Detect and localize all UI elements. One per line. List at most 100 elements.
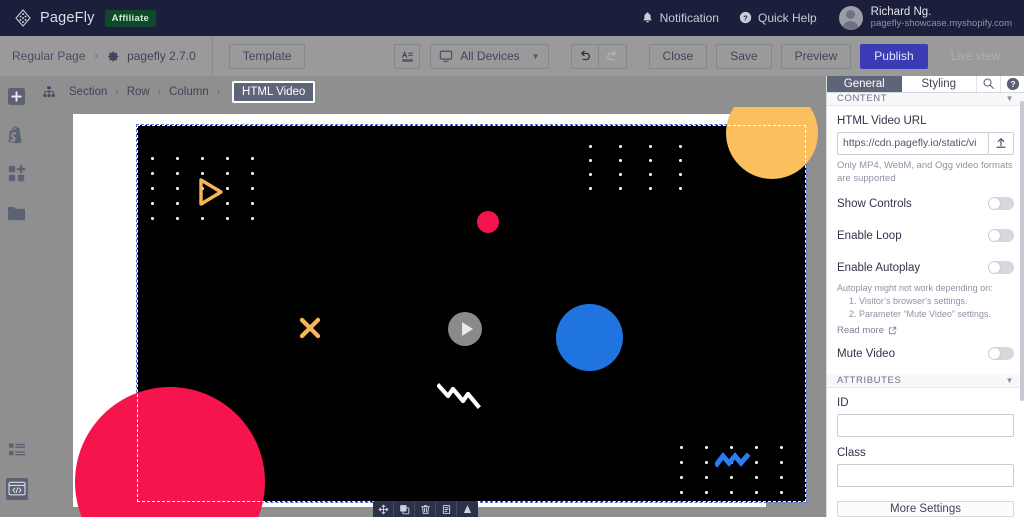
close-button[interactable]: Close xyxy=(648,43,708,69)
orange-quarter-circle xyxy=(726,107,818,179)
breadcrumb-separator: › xyxy=(216,86,221,97)
layers-list-icon[interactable] xyxy=(6,439,28,461)
theme-selector[interactable]: pagefly 2.7.0 xyxy=(107,49,196,63)
library-folder-icon[interactable] xyxy=(6,202,28,224)
show-controls-row[interactable]: Show Controls xyxy=(837,190,1014,218)
breadcrumb-item-row[interactable]: Row xyxy=(127,86,150,98)
breadcrumb-separator: › xyxy=(115,86,119,97)
preview-button[interactable]: Preview xyxy=(780,43,852,69)
affiliate-badge[interactable]: Affiliate xyxy=(104,9,157,27)
id-input[interactable] xyxy=(837,413,1014,437)
pink-large-circle xyxy=(75,387,265,517)
delete-icon[interactable] xyxy=(415,501,436,517)
typography-button[interactable] xyxy=(394,43,421,69)
template-button[interactable]: Template xyxy=(228,43,306,69)
html-video-element[interactable] xyxy=(75,107,818,517)
breadcrumb-item-html-video[interactable]: HTML Video xyxy=(232,80,316,103)
section-header-content[interactable]: CONTENT ▼ xyxy=(827,92,1024,106)
breadcrumb-item-section[interactable]: Section xyxy=(69,86,107,98)
chevron-down-icon: ▼ xyxy=(1005,376,1014,386)
editor-canvas[interactable] xyxy=(33,107,826,517)
autoplay-note-item: Visitor’s browser‘s settings. xyxy=(859,295,1014,308)
theme-label: pagefly 2.7.0 xyxy=(127,49,196,63)
pagefly-logo-icon xyxy=(14,9,32,27)
dot-grid-top-center xyxy=(589,145,709,201)
video-url-input[interactable] xyxy=(837,131,989,155)
autoplay-note: Autoplay might not work depending on: Vi… xyxy=(837,282,1014,321)
tab-styling[interactable]: Styling xyxy=(901,76,976,92)
video-url-hint: Only MP4, WebM, and Ogg video formats ar… xyxy=(837,159,1013,184)
class-input[interactable] xyxy=(837,463,1014,487)
help-icon[interactable]: ? xyxy=(1000,76,1024,92)
enable-autoplay-toggle[interactable] xyxy=(988,261,1014,275)
show-controls-toggle[interactable] xyxy=(988,197,1014,211)
paint-icon[interactable] xyxy=(457,501,478,517)
bell-icon xyxy=(641,11,654,24)
tree-structure-icon[interactable] xyxy=(42,85,56,99)
pagefly-editor: PageFly Affiliate Notification ? Quick H… xyxy=(0,0,1024,517)
redo-button[interactable] xyxy=(598,43,627,69)
enable-loop-toggle[interactable] xyxy=(988,229,1014,243)
read-more-link[interactable]: Read more xyxy=(837,325,1014,336)
code-editor-icon[interactable] xyxy=(5,478,28,500)
chevron-down-icon: ▼ xyxy=(531,51,540,61)
move-icon[interactable] xyxy=(373,501,394,517)
mute-video-label: Mute Video xyxy=(837,347,895,360)
quick-help-button[interactable]: ? Quick Help xyxy=(739,11,817,25)
copy-icon[interactable] xyxy=(436,501,457,517)
show-controls-label: Show Controls xyxy=(837,197,912,210)
read-more-label: Read more xyxy=(837,324,884,336)
tab-general[interactable]: General xyxy=(827,76,902,92)
class-label: Class xyxy=(837,446,866,459)
elements-grid-icon[interactable] xyxy=(6,163,28,185)
save-button[interactable]: Save xyxy=(716,43,772,69)
breadcrumb-separator: › xyxy=(157,86,162,97)
red-small-circle xyxy=(477,211,499,233)
enable-loop-row[interactable]: Enable Loop xyxy=(837,222,1014,250)
autoplay-note-item: Parameter “Mute Video” settings. xyxy=(859,308,1014,321)
breadcrumb-item-column[interactable]: Column xyxy=(169,86,209,98)
header-actions: Notification ? Quick Help Richard Ng. pa… xyxy=(621,6,1024,30)
page-type-label: Regular Page xyxy=(12,49,86,63)
attributes-section-body: ID Class xyxy=(827,388,1024,497)
toolbar-separator: › xyxy=(94,50,99,62)
more-settings-button[interactable]: More Settings xyxy=(837,500,1014,517)
notification-button[interactable]: Notification xyxy=(641,11,719,25)
svg-text:?: ? xyxy=(743,14,748,23)
video-play-button[interactable] xyxy=(448,312,482,346)
add-element-icon[interactable] xyxy=(6,85,28,107)
blue-circle xyxy=(556,304,623,371)
help-circle-icon: ? xyxy=(739,11,752,24)
section-label-attributes: ATTRIBUTES xyxy=(837,375,902,387)
device-label: All Devices xyxy=(460,49,520,63)
section-label-content: CONTENT xyxy=(837,93,888,105)
user-menu[interactable]: Richard Ng. pagefly-showcase.myshopify.c… xyxy=(838,5,1012,30)
enable-loop-label: Enable Loop xyxy=(837,229,902,242)
settings-sidebar: General Styling ? CONTENT ▼ HTML Video U… xyxy=(826,76,1024,517)
orange-cross xyxy=(297,315,323,346)
external-link-icon xyxy=(888,326,897,335)
content-section-body: HTML Video URL Only MP4, WebM, and Ogg v… xyxy=(827,106,1024,368)
device-selector[interactable]: All Devices ▼ xyxy=(430,43,549,69)
publish-button[interactable]: Publish xyxy=(860,43,928,69)
enable-autoplay-label: Enable Autoplay xyxy=(837,261,921,274)
shopify-icon[interactable] xyxy=(6,124,28,146)
undo-button[interactable] xyxy=(570,43,599,69)
quick-help-label: Quick Help xyxy=(757,10,817,25)
avatar xyxy=(838,5,863,30)
duplicate-icon[interactable] xyxy=(394,501,415,517)
sidebar-scrollbar[interactable] xyxy=(1020,101,1024,401)
section-header-attributes[interactable]: ATTRIBUTES ▼ xyxy=(827,374,1024,388)
notification-label: Notification xyxy=(659,10,719,25)
mute-video-row[interactable]: Mute Video xyxy=(837,340,1014,368)
upload-icon[interactable] xyxy=(989,131,1014,155)
mute-video-toggle[interactable] xyxy=(988,347,1014,361)
id-label: ID xyxy=(837,396,849,409)
orange-triangle xyxy=(194,176,226,213)
left-rail xyxy=(0,76,33,517)
user-shop-domain: pagefly-showcase.myshopify.com xyxy=(870,18,1012,30)
history-controls xyxy=(570,43,627,69)
search-icon[interactable] xyxy=(976,76,1000,92)
chevron-down-icon: ▼ xyxy=(1005,94,1014,104)
enable-autoplay-row[interactable]: Enable Autoplay xyxy=(837,254,1014,282)
